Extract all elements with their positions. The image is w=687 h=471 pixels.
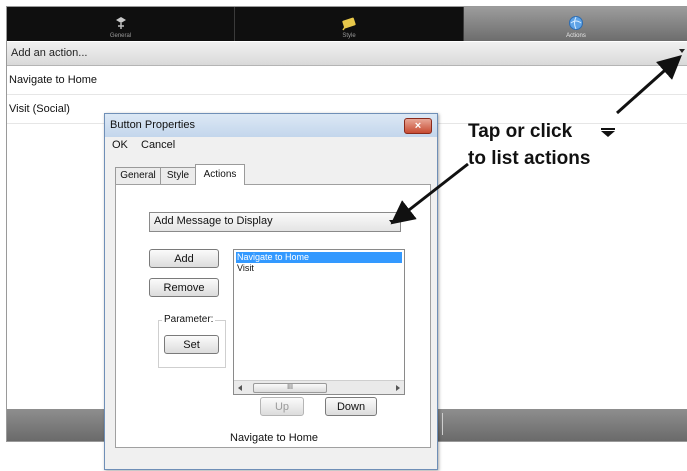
callout-arrows xyxy=(390,55,682,225)
arrow-to-combo xyxy=(390,162,469,225)
dialog-tab-actions[interactable]: Actions xyxy=(195,164,245,185)
arrow-to-dropdown xyxy=(616,55,682,115)
